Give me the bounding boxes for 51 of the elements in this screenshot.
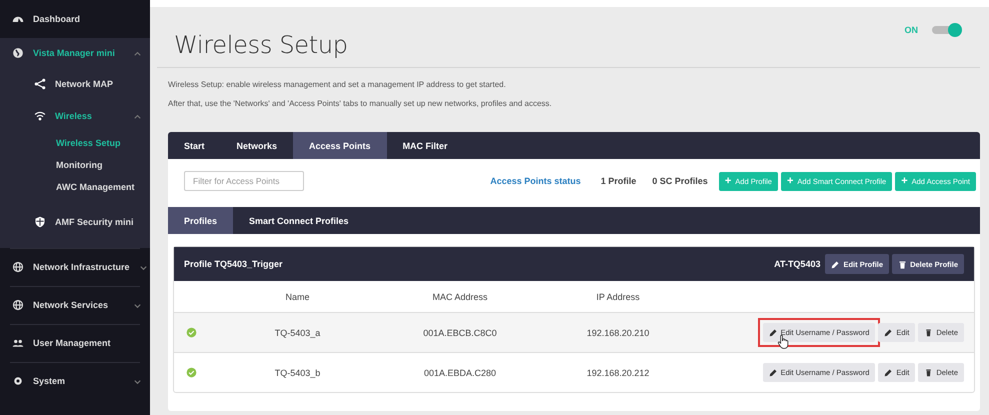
tab[interactable]: Access Points [293, 132, 387, 159]
status-link[interactable]: Access Points status [490, 176, 581, 186]
sidebar-item[interactable]: Network Services [0, 286, 150, 324]
toggle-switch[interactable] [932, 26, 960, 34]
trash-icon [898, 260, 908, 268]
table-cell-text: 192.168.20.212 [586, 368, 650, 378]
tab[interactable]: Networks [220, 132, 294, 159]
filter-field[interactable]: Filter for Access Points [184, 171, 304, 191]
profile-title: Profile TQ5403_Trigger [184, 259, 283, 269]
users-icon [12, 337, 24, 349]
table-cell-text: TQ-5403_b [274, 368, 322, 378]
count-label: 0 SC Profiles [652, 176, 708, 186]
trash-icon [924, 368, 934, 377]
sidebar-item[interactable]: Vista Manager mini [0, 38, 150, 68]
description-text: After that, use the 'Networks' and 'Access Points' tabs to manually set up new networks, profiles and access. [168, 99, 553, 108]
column-header: Name [284, 292, 310, 302]
pencil-icon [768, 368, 778, 377]
sidebar-item[interactable]: Network Infrastructure [0, 248, 150, 286]
sidebar-item[interactable]: Monitoring [0, 154, 150, 176]
table-cell-text: 001A.EBCB.C8C0 [422, 328, 498, 338]
column-header: IP Address [595, 292, 641, 302]
pencil-icon [884, 368, 894, 377]
tab[interactable]: MAC Filter [386, 132, 464, 159]
column-header: MAC Address [431, 292, 489, 302]
table-cell-text: 001A.EBDA.C280 [422, 368, 498, 378]
table-cell-text: TQ-5403_a [274, 328, 322, 338]
pencil-icon [884, 328, 894, 337]
table-cell-text: 192.168.20.210 [586, 328, 650, 338]
sidebar-item[interactable]: AMF Security mini [0, 208, 150, 236]
sidebar-item[interactable]: Wireless [0, 100, 150, 132]
toggle-label: ON [904, 25, 918, 35]
description-text: Wireless Setup: enable wireless management and set a management IP address to get started. [168, 80, 507, 89]
tab[interactable]: Smart Connect Profiles [233, 207, 365, 234]
pencil-icon [768, 328, 778, 337]
count-label: 1 Profile [600, 176, 636, 186]
wifi-icon [34, 110, 46, 122]
share-icon [34, 78, 46, 90]
sidebar-item[interactable]: System [0, 362, 150, 400]
sidebar-item[interactable]: Network MAP [0, 68, 150, 100]
sidebar-item[interactable]: AWC Management [0, 176, 150, 198]
page-title: Wireless Setup [174, 30, 349, 58]
sidebar-item[interactable]: User Management [0, 324, 150, 362]
pencil-icon [831, 260, 840, 268]
sidebar-item[interactable]: Dashboard [0, 0, 150, 38]
tab[interactable]: Start [168, 132, 221, 159]
sidebar-item[interactable]: Wireless Setup [0, 132, 150, 154]
trash-icon [924, 328, 934, 337]
hand-cursor-icon [776, 334, 789, 349]
model-label: AT-TQ5403 [774, 259, 820, 269]
shield-icon [34, 216, 46, 228]
tab[interactable]: Profiles [168, 207, 234, 234]
